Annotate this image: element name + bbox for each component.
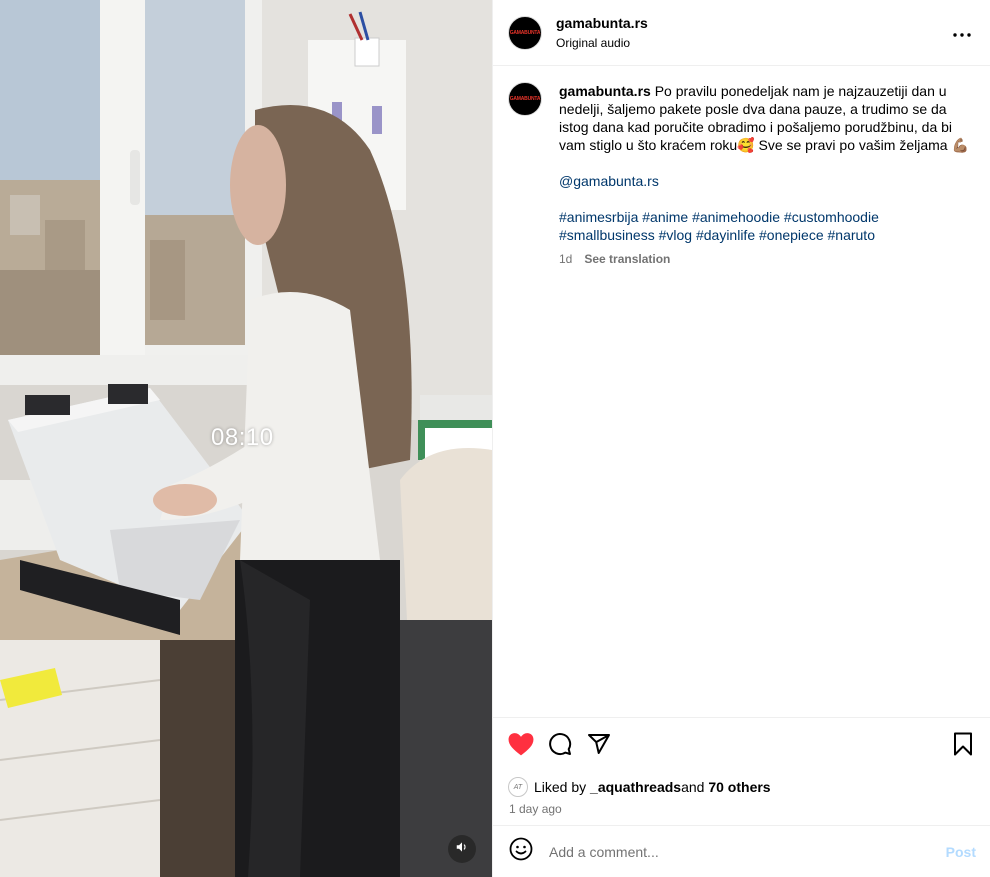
caption-meta: 1d See translation — [559, 250, 969, 268]
bookmark-icon — [952, 732, 974, 761]
like-button[interactable] — [508, 732, 534, 761]
brand-logo: GAMABUNTA — [509, 29, 541, 36]
heart-filled-icon — [508, 732, 534, 761]
post-timestamp[interactable]: 1 day ago — [493, 799, 990, 825]
likes-summary: AT Liked by _aquathreads and 70 others — [493, 775, 990, 799]
comment-icon — [548, 732, 572, 761]
caption-body: gamabunta.rs Po pravilu ponedeljak nam j… — [559, 82, 969, 268]
caption-age: 1d — [559, 252, 573, 266]
hashtags[interactable]: #animesrbija #anime #animehoodie #custom… — [559, 208, 899, 244]
mention-link[interactable]: @gamabunta.rs — [559, 172, 969, 190]
save-button[interactable] — [950, 732, 976, 761]
reel-video[interactable]: 08:10 — [0, 0, 492, 877]
others-likes-link[interactable]: 70 others — [708, 779, 770, 795]
see-translation-button[interactable]: See translation — [584, 250, 670, 268]
liked-by-middle: and — [681, 779, 705, 795]
author-avatar[interactable]: GAMABUNTA — [508, 15, 542, 50]
share-icon — [587, 732, 611, 761]
caption: GAMABUNTA gamabunta.rs Po pravilu ponede… — [508, 82, 974, 268]
comment-button[interactable] — [547, 732, 573, 761]
post-comment-button[interactable]: Post — [946, 844, 976, 860]
brand-logo: GAMABUNTA — [509, 96, 541, 102]
more-horizontal-icon — [953, 24, 971, 42]
emoji-picker-button[interactable] — [508, 837, 534, 866]
share-button[interactable] — [586, 734, 612, 760]
mute-toggle-button[interactable] — [448, 835, 476, 863]
speaker-icon — [455, 840, 469, 859]
liked-by-prefix: Liked by — [534, 779, 587, 795]
post-side-panel: GAMABUNTA gamabunta.rs Original audio GA… — [492, 0, 990, 877]
instagram-post-modal: 08:10 GAMABUNTA gamabunta.rs Original au… — [0, 0, 990, 877]
author-info: gamabunta.rs Original audio — [556, 15, 648, 50]
audio-link[interactable]: Original audio — [556, 36, 648, 50]
liker-avatar[interactable]: AT — [508, 777, 528, 797]
author-username-link[interactable]: gamabunta.rs — [556, 15, 648, 31]
video-time-overlay: 08:10 — [211, 424, 274, 451]
caption-username-link[interactable]: gamabunta.rs — [559, 83, 651, 99]
caption-author-avatar[interactable]: GAMABUNTA — [508, 82, 542, 116]
liker-username-link[interactable]: _aquathreads — [590, 779, 681, 795]
comments-section: GAMABUNTA gamabunta.rs Po pravilu ponede… — [493, 66, 990, 717]
post-header: GAMABUNTA gamabunta.rs Original audio — [493, 0, 990, 66]
comment-input[interactable] — [549, 843, 946, 860]
smiley-icon — [509, 837, 533, 866]
more-options-button[interactable] — [950, 21, 974, 45]
action-bar — [493, 717, 990, 775]
add-comment-bar: Post — [493, 825, 990, 877]
